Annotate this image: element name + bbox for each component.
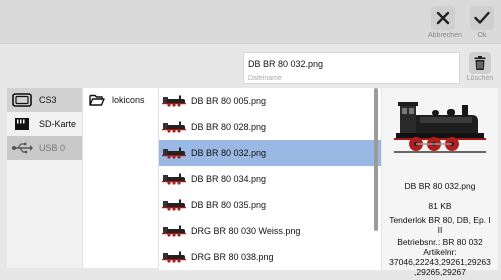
file-label: DB BR 80 035.png xyxy=(191,200,267,210)
preview-description-line2: II xyxy=(437,225,443,235)
cancel-label: Abbrechen xyxy=(428,32,462,39)
trash-icon xyxy=(474,56,486,70)
folder-label: lokicons xyxy=(112,95,145,105)
sd-card-icon xyxy=(11,117,33,131)
locomotive-preview-image xyxy=(394,102,486,153)
preview-artikelnr: 37046,22243,29261,29263 xyxy=(389,257,491,267)
drive-label: USB 0 xyxy=(39,143,66,153)
file-label: DRG BR 80 038.png xyxy=(191,252,274,262)
close-icon xyxy=(436,11,450,25)
file-label: DB BR 80 032.png xyxy=(191,148,267,158)
cancel-button[interactable]: Abbrechen xyxy=(428,6,462,42)
file-list: DB BR 80 005.png DB BR 80 028.png DB BR 80… xyxy=(158,88,381,270)
folder-open-icon xyxy=(89,94,105,106)
preview-artikelnr-line2: ,29265,29267 xyxy=(414,267,466,277)
file-item[interactable]: DB BR 80 035.png xyxy=(159,192,381,218)
locomotive-thumbnail-icon xyxy=(161,94,187,108)
locomotive-thumbnail-icon xyxy=(161,198,187,212)
preview-filename: DB BR 80 032.png xyxy=(404,181,476,191)
toolbar: Abbrechen Ok xyxy=(0,0,501,44)
cs3-device-icon xyxy=(11,93,33,107)
preview-artikelnr-label: Artikelnr: xyxy=(423,247,457,257)
preview-betriebsnr: Betriebsnr.: BR 80 032 xyxy=(397,237,483,247)
drive-item-usb[interactable]: USB 0 xyxy=(7,136,82,160)
filename-value: DB BR 80 032.png xyxy=(248,59,324,69)
file-item[interactable]: DB BR 80 005.png xyxy=(159,88,381,114)
usb-icon xyxy=(11,142,33,154)
drive-item-cs3[interactable]: CS3 xyxy=(7,88,82,112)
scrollbar-thumb[interactable] xyxy=(374,88,378,231)
file-item[interactable]: DB BR 80 034.png xyxy=(159,166,381,192)
preview-panel: DB BR 80 032.png 81 KB Tenderlok BR 80, … xyxy=(382,88,498,277)
delete-label: Löschen xyxy=(466,75,494,82)
drive-label: CS3 xyxy=(39,95,57,105)
locomotive-thumbnail-icon xyxy=(161,120,187,134)
locomotive-thumbnail-icon xyxy=(161,250,187,264)
file-label: DB BR 80 028.png xyxy=(191,122,267,132)
ok-label: Ok xyxy=(477,32,487,39)
drive-item-sd-card[interactable]: SD-Karte xyxy=(7,112,82,136)
folder-item-lokicons[interactable]: lokicons xyxy=(83,88,159,112)
delete-button[interactable]: Löschen xyxy=(465,52,495,84)
filename-field[interactable]: DB BR 80 032.png Dateiname xyxy=(243,52,460,84)
file-item[interactable]: DRG BR 80 038.png xyxy=(159,244,381,270)
file-label: DB BR 80 034.png xyxy=(191,174,267,184)
file-label: DB BR 80 005.png xyxy=(191,96,267,106)
file-label: DRG BR 80 030 Weiss.png xyxy=(191,226,301,236)
checkmark-icon xyxy=(474,11,490,24)
preview-filesize: 81 KB xyxy=(428,201,452,211)
filename-placeholder: Dateiname xyxy=(248,75,282,82)
locomotive-thumbnail-icon xyxy=(161,172,187,186)
file-item[interactable]: DB BR 80 028.png xyxy=(159,114,381,140)
file-item[interactable]: DRG BR 80 030 Weiss.png xyxy=(159,218,381,244)
file-item[interactable]: DB BR 80 032.png xyxy=(159,140,381,166)
file-list-scrollbar[interactable] xyxy=(374,88,378,268)
ok-button[interactable]: Ok xyxy=(467,6,497,42)
drive-list: CS3 SD-Karte USB 0 xyxy=(7,88,82,268)
preview-description: Tenderlok BR 80, DB, Ep. I xyxy=(389,215,491,225)
locomotive-thumbnail-icon xyxy=(161,146,187,160)
folder-list: lokicons xyxy=(82,88,159,268)
drive-label: SD-Karte xyxy=(39,119,77,129)
locomotive-thumbnail-icon xyxy=(161,224,187,238)
